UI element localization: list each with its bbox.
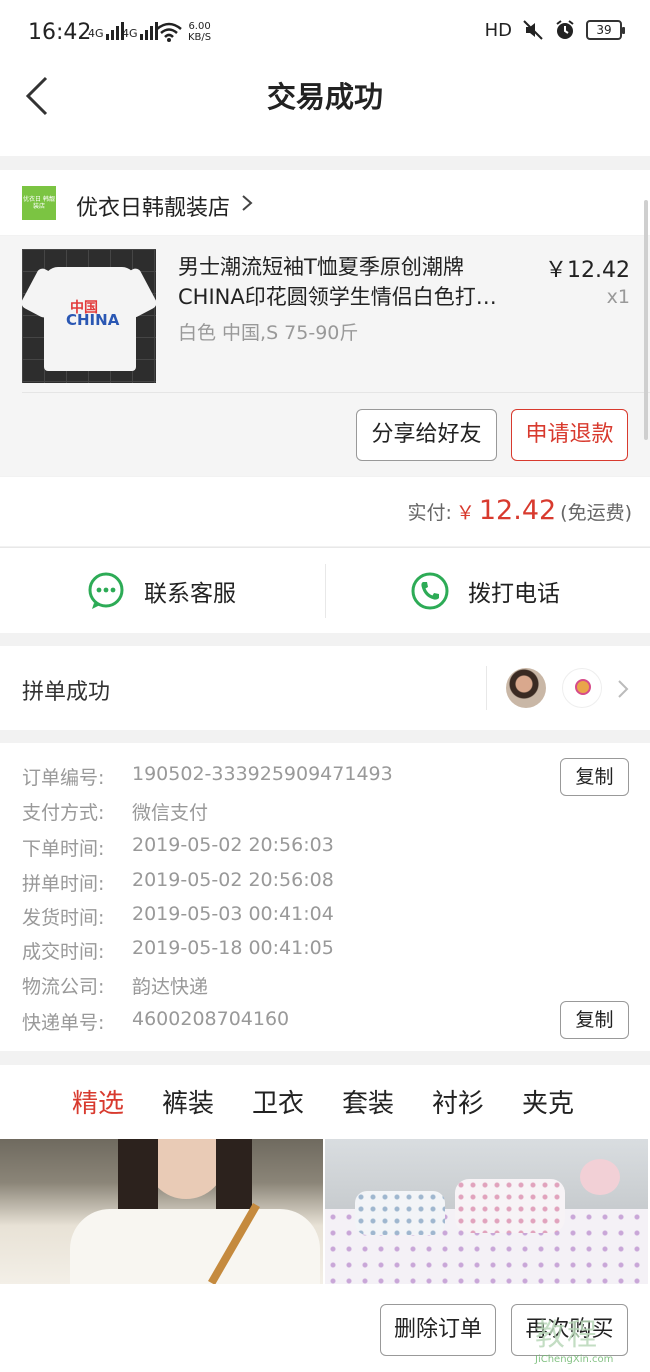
paid-label: 实付:	[407, 502, 452, 524]
tracking-number-row: 快递单号: 4600208704160	[22, 1008, 290, 1034]
product-tile[interactable]	[0, 1139, 323, 1284]
paid-amount: 12.42	[478, 495, 557, 526]
product-tile[interactable]	[325, 1139, 648, 1284]
alarm-icon	[556, 20, 574, 39]
call-phone-label: 拨打电话	[468, 581, 560, 607]
shop-logo: 优衣日 韩靓装店	[22, 186, 56, 220]
divider	[325, 564, 326, 618]
order-time-row: 下单时间: 2019-05-02 20:56:03	[22, 834, 334, 860]
payment-summary: 实付: ￥ 12.42 (免运费)	[0, 477, 650, 546]
wifi-icon	[156, 22, 182, 42]
page-title: 交易成功	[266, 80, 383, 114]
divider	[22, 392, 650, 393]
copy-order-number-button[interactable]: 复制	[560, 758, 629, 796]
network-type-2: 4G	[122, 27, 138, 40]
category-tabs: 精选 裤装 卫衣 套装 衬衫 夹克	[0, 1065, 650, 1139]
product-thumbnail[interactable]: 中国 CHINA	[22, 249, 156, 383]
tab-hoodies[interactable]: 卫衣	[252, 1083, 304, 1120]
group-time-row: 拼单时间: 2019-05-02 20:56:08	[22, 869, 334, 895]
product-title: 男士潮流短袖T恤夏季原创潮牌 CHINA印花圆领学生情侣白色打…	[178, 255, 497, 309]
payment-method-row: 支付方式: 微信支付	[22, 802, 209, 824]
chevron-right-icon	[242, 195, 253, 211]
ship-time-row: 发货时间: 2019-05-03 00:41:04	[22, 903, 334, 929]
refund-button[interactable]: 申请退款	[511, 409, 628, 461]
nav-bar: 交易成功	[0, 64, 650, 156]
avatar	[562, 668, 602, 708]
divider	[486, 666, 487, 710]
order-number: 190502-333925909471493	[132, 763, 393, 785]
group-buy-label: 拼单成功	[22, 680, 111, 705]
call-phone-button[interactable]: 拨打电话	[410, 548, 560, 634]
scrollbar[interactable]	[644, 200, 648, 440]
group-buy-row[interactable]: 拼单成功	[0, 646, 650, 730]
signal-icon-2: 4G	[122, 22, 158, 40]
order-info: 订单编号: 190502-333925909471493 复制 支付方式: 微信…	[0, 743, 650, 1051]
hd-indicator: HD	[484, 19, 512, 41]
status-time: 16:42	[28, 20, 92, 45]
avatar	[506, 668, 546, 708]
chevron-right-icon	[618, 680, 629, 698]
status-bar: 16:42 4G 4G 6.00 KB/S HD 39	[0, 0, 650, 64]
mute-icon	[523, 20, 543, 40]
shirt-print-bottom: CHINA	[66, 311, 120, 329]
product-item[interactable]: 中国 CHINA 男士潮流短袖T恤夏季原创潮牌 CHINA印花圆领学生情侣白色打…	[0, 236, 650, 476]
tab-featured[interactable]: 精选	[72, 1083, 124, 1120]
product-price: ￥12.42	[545, 258, 630, 283]
copy-tracking-number-button[interactable]: 复制	[560, 1001, 629, 1039]
phone-icon	[411, 572, 449, 610]
contact-bar: 联系客服 拨打电话	[0, 547, 650, 633]
network-type: 4G	[88, 27, 104, 40]
network-speed: 6.00 KB/S	[188, 21, 212, 43]
tab-jackets[interactable]: 夹克	[522, 1083, 574, 1120]
tab-pants[interactable]: 裤装	[162, 1083, 214, 1120]
order-number-row: 订单编号: 190502-333925909471493	[22, 763, 393, 789]
contact-service-label: 联系客服	[144, 581, 236, 607]
share-button[interactable]: 分享给好友	[356, 409, 497, 461]
tab-sets[interactable]: 套装	[342, 1083, 394, 1120]
battery-icon: 39	[586, 20, 625, 40]
signal-icon: 4G	[88, 22, 124, 40]
contact-service-button[interactable]: 联系客服	[86, 548, 236, 634]
product-spec: 白色 中国,S 75-90斤	[178, 322, 359, 344]
deal-time-row: 成交时间: 2019-05-18 00:41:05	[22, 937, 334, 963]
shipping-note: (免运费)	[560, 502, 632, 524]
courier-row: 物流公司: 韵达快递	[22, 976, 209, 998]
shop-row[interactable]: 优衣日 韩靓装店 优衣日韩靓装店	[0, 170, 650, 235]
tracking-number: 4600208704160	[132, 1008, 290, 1030]
shop-name[interactable]: 优衣日韩靓装店	[76, 190, 230, 222]
tab-shirts[interactable]: 衬衫	[432, 1083, 484, 1120]
chat-icon	[88, 572, 124, 609]
paid-currency: ￥	[455, 502, 475, 524]
delete-order-button[interactable]: 删除订单	[380, 1304, 496, 1356]
watermark-logo: 教程 JiChengXin.com	[535, 1318, 614, 1365]
product-quantity: x1	[606, 286, 630, 308]
